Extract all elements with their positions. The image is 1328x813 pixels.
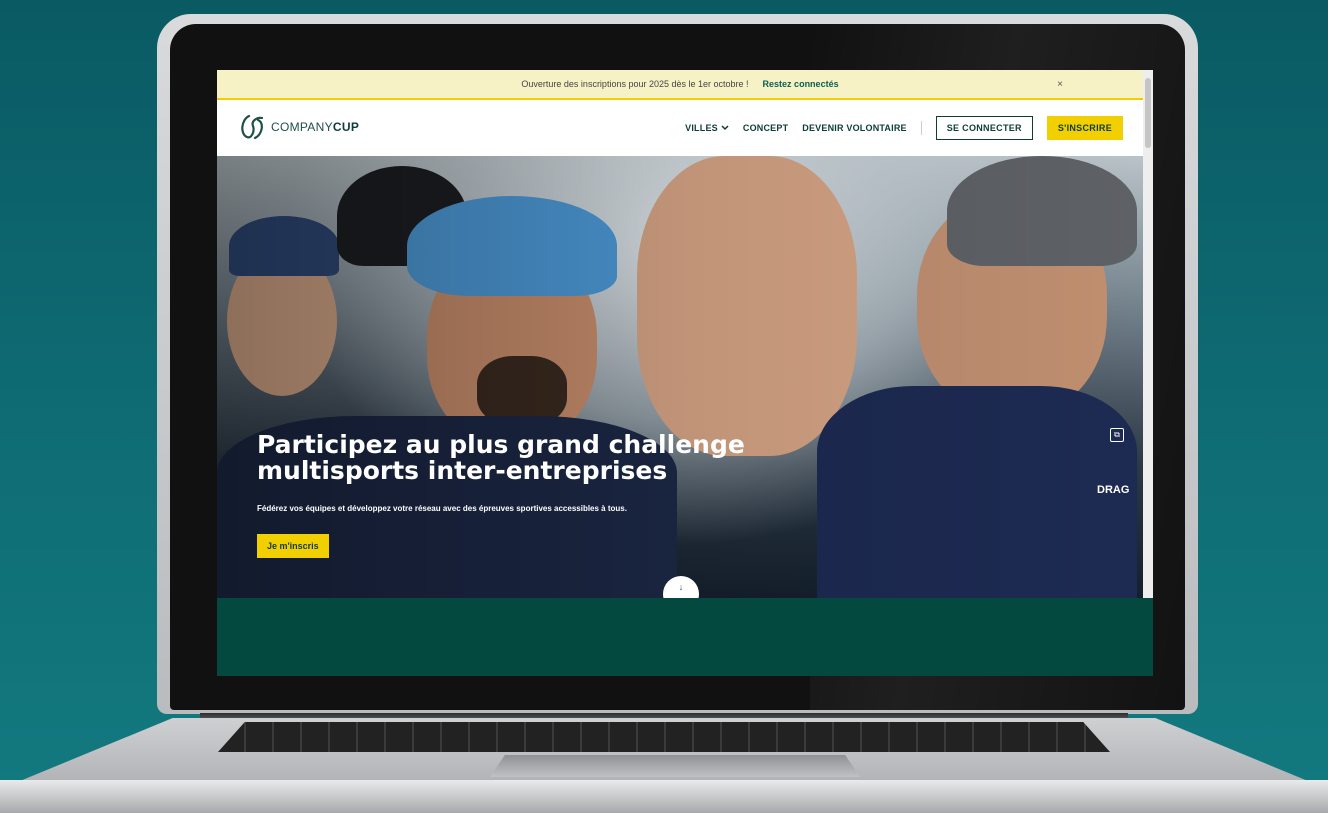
hero-overlay — [217, 156, 1143, 598]
announcement-text: Ouverture des inscriptions pour 2025 dès… — [521, 79, 749, 89]
nav-divider — [920, 121, 922, 135]
nav-villes-label: VILLES — [685, 123, 718, 133]
hero-section: Participez au plus grand challenge multi… — [217, 156, 1143, 598]
picture-in-picture-icon[interactable]: ⧉ — [1110, 428, 1124, 442]
laptop-base-edge — [0, 780, 1328, 813]
browser-screen: Ouverture des inscriptions pour 2025 dès… — [217, 70, 1153, 676]
nav-concept[interactable]: CONCEPT — [743, 123, 788, 133]
laptop-trackpad — [490, 755, 860, 777]
announcement-link[interactable]: Restez connectés — [763, 79, 839, 89]
shirt-print-text: DRAG — [1097, 484, 1130, 496]
announcement-bar: Ouverture des inscriptions pour 2025 dès… — [217, 70, 1143, 100]
login-button[interactable]: SE CONNECTER — [935, 116, 1033, 140]
brand-name-light: COMPANY — [271, 120, 333, 134]
hero-title-line-1: Participez au plus grand challenge — [257, 430, 745, 459]
hero-subtitle: Fédérez vos équipes et développez votre … — [257, 504, 627, 513]
company-cup-logo-icon — [241, 114, 264, 140]
brand-logo[interactable]: COMPANYCUP — [237, 112, 359, 142]
nav-villes[interactable]: VILLES — [685, 123, 729, 133]
arrow-down-icon: ↓ — [678, 582, 684, 592]
main-nav: VILLES CONCEPT DEVENIR VOLONTAIRE SE CON… — [685, 116, 1123, 140]
brand-name-bold: CUP — [332, 120, 360, 134]
brand-wordmark: COMPANYCUP — [271, 120, 359, 134]
scrollbar-thumb[interactable] — [1145, 78, 1151, 148]
hero-title: Participez au plus grand challenge multi… — [257, 432, 817, 484]
page-scrollbar[interactable] — [1143, 70, 1153, 598]
laptop-keyboard — [218, 722, 1110, 752]
hero-signup-button[interactable]: Je m'inscris — [257, 534, 329, 558]
nav-devenir-volontaire[interactable]: DEVENIR VOLONTAIRE — [802, 123, 906, 133]
signup-button[interactable]: S'INSCRIRE — [1046, 116, 1123, 140]
close-icon[interactable]: × — [1057, 79, 1063, 90]
chevron-down-icon — [721, 125, 729, 131]
hero-title-line-2: multisports inter-entreprises — [257, 456, 668, 485]
site-header: COMPANYCUP VILLES CONCEPT DEVENIR VOLONT… — [217, 100, 1143, 156]
